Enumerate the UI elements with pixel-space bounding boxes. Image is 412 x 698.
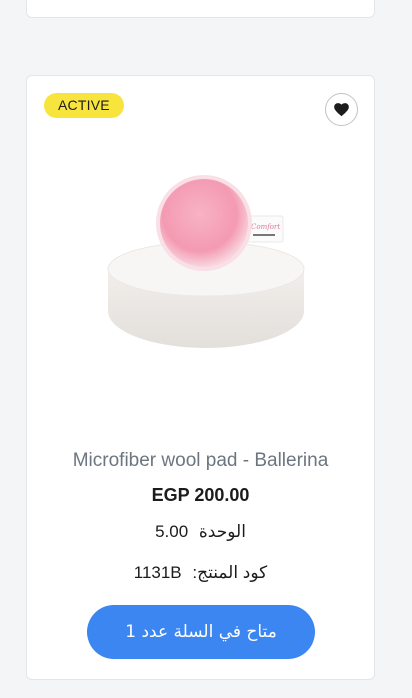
product-image[interactable]: Comfort (97, 171, 307, 361)
heart-icon (334, 102, 349, 116)
unit-label: الوحدة (198, 522, 246, 541)
svg-text:Comfort: Comfort (251, 223, 280, 231)
favorite-button[interactable] (325, 93, 358, 126)
sku-label: كود المنتج: (192, 563, 268, 582)
product-sku: كود المنتج: 1131B (27, 563, 374, 583)
unit-price: الوحدة 5.00 (27, 522, 374, 542)
unit-value: 5.00 (155, 522, 189, 541)
add-to-cart-button[interactable]: متاح في السلة عدد 1 (87, 605, 315, 659)
product-price: EGP 200.00 (151, 485, 250, 505)
puff-tag: Comfort (246, 215, 284, 243)
sku-value: 1131B (133, 563, 182, 582)
product-title[interactable]: Microfiber wool pad - Ballerina (27, 450, 374, 472)
status-badge: ACTIVE (44, 93, 124, 118)
previous-product-card (26, 0, 375, 18)
product-card: ACTIVE Comfort Microfiber wool pad - Bal… (26, 75, 375, 680)
